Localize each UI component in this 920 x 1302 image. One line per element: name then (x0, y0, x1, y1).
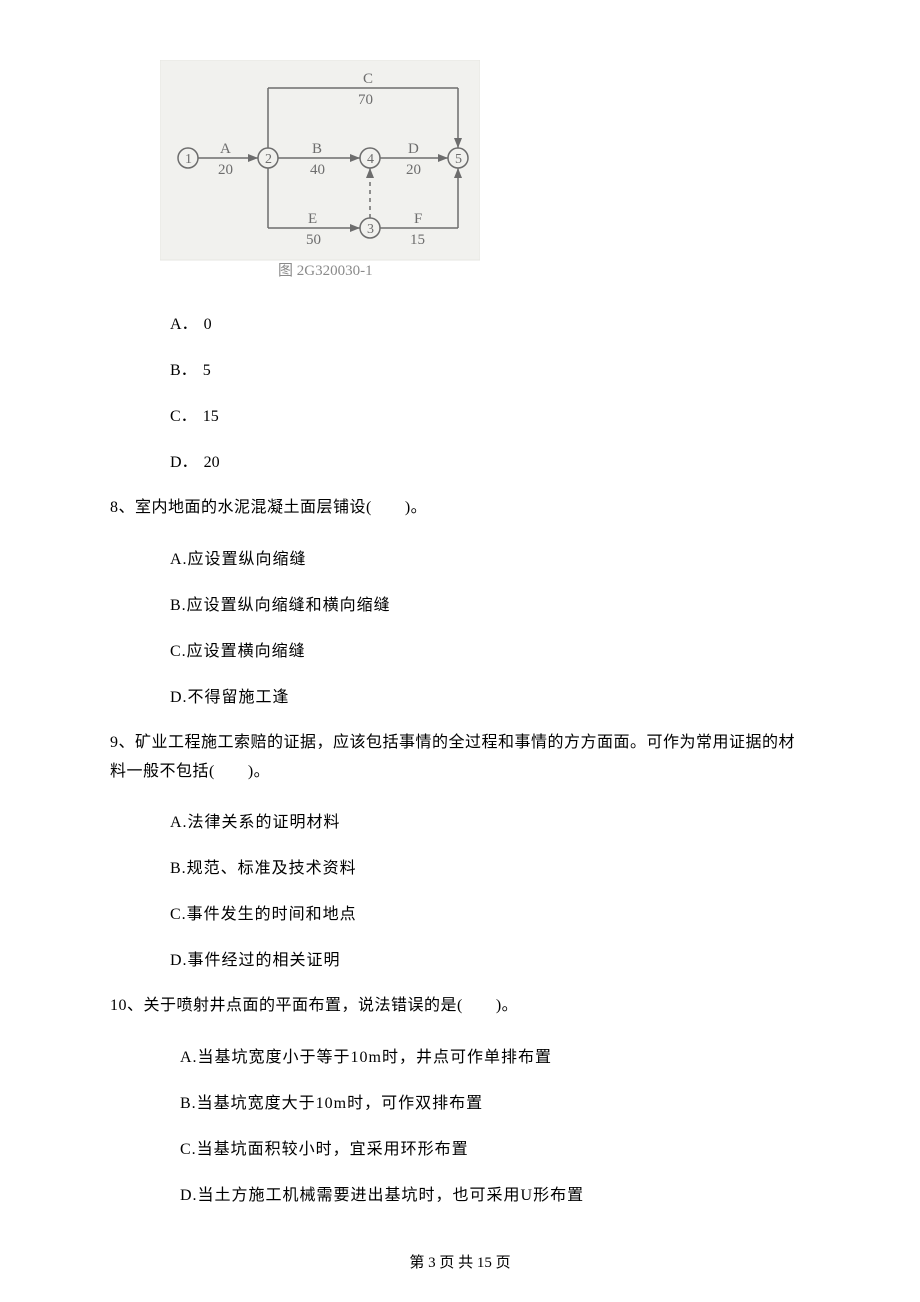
edge-value-e: 50 (306, 232, 321, 248)
option-value: 0 (204, 316, 212, 333)
edge-label-e: E (308, 211, 317, 227)
edge-value-c: 70 (358, 92, 373, 108)
edge-value-d: 20 (406, 162, 421, 178)
option-value: 20 (204, 454, 220, 471)
edge-label-d: D (408, 141, 419, 157)
diagram-caption: 图 2G320030-1 (278, 262, 373, 279)
option-label: C． (170, 408, 197, 425)
option-b: B.规范、标准及技术资料 (170, 854, 810, 878)
q8-options: A.应设置纵向缩缝 B.应设置纵向缩缝和横向缩缝 C.应设置横向缩缝 D.不得留… (110, 545, 810, 707)
option-c: C.应设置横向缩缝 (170, 637, 810, 661)
option-d: D.不得留施工逢 (170, 683, 810, 707)
edge-value-b: 40 (310, 162, 325, 178)
q10-options: A.当基坑宽度小于等于10m时，井点可作单排布置 B.当基坑宽度大于10m时，可… (110, 1043, 810, 1205)
option-d: D.当土方施工机械需要进出基坑时，也可采用U形布置 (180, 1181, 810, 1205)
node-label-2: 2 (265, 152, 272, 167)
edge-value-f: 15 (410, 232, 425, 248)
option-c: C.当基坑面积较小时，宜采用环形布置 (180, 1135, 810, 1159)
option-a: A． 0 (170, 310, 810, 334)
question-10: 10、关于喷射井点面的平面布置，说法错误的是( )。 (110, 992, 810, 1021)
edge-label-b: B (312, 141, 322, 157)
question-8: 8、室内地面的水泥混凝土面层铺设( )。 (110, 494, 810, 523)
document-page: C 70 E 50 F 15 A 20 B (0, 0, 920, 1302)
option-label: D． (170, 454, 198, 471)
network-diagram: C 70 E 50 F 15 A 20 B (160, 60, 480, 280)
edge-value-a: 20 (218, 162, 233, 178)
node-label-4: 4 (367, 152, 374, 167)
option-b: B.应设置纵向缩缝和横向缩缝 (170, 591, 810, 615)
option-b: B.当基坑宽度大于10m时，可作双排布置 (180, 1089, 810, 1113)
node-label-3: 3 (367, 222, 374, 237)
option-a: A.当基坑宽度小于等于10m时，井点可作单排布置 (180, 1043, 810, 1067)
option-b: B． 5 (170, 356, 810, 380)
question-text: 8、室内地面的水泥混凝土面层铺设( )。 (110, 499, 427, 516)
edge-label-c: C (363, 71, 373, 87)
network-diagram-container: C 70 E 50 F 15 A 20 B (160, 60, 810, 280)
q9-options: A.法律关系的证明材料 B.规范、标准及技术资料 C.事件发生的时间和地点 D.… (110, 808, 810, 970)
option-label: B． (170, 362, 197, 379)
question-9: 9、矿业工程施工索赔的证据，应该包括事情的全过程和事情的方方面面。可作为常用证据… (110, 729, 810, 787)
page-footer: 第 3 页 共 15 页 (110, 1251, 810, 1272)
question-text: 9、矿业工程施工索赔的证据，应该包括事情的全过程和事情的方方面面。可作为常用证据… (110, 734, 795, 780)
option-a: A.应设置纵向缩缝 (170, 545, 810, 569)
edge-label-f: F (414, 211, 422, 227)
option-value: 5 (203, 362, 211, 379)
diagram-bg (160, 60, 480, 260)
q7-options: A． 0 B． 5 C． 15 D． 20 (110, 310, 810, 472)
node-label-1: 1 (185, 152, 192, 167)
option-d: D． 20 (170, 448, 810, 472)
option-value: 15 (203, 408, 219, 425)
question-text: 10、关于喷射井点面的平面布置，说法错误的是( )。 (110, 997, 518, 1014)
option-a: A.法律关系的证明材料 (170, 808, 810, 832)
option-c: C． 15 (170, 402, 810, 426)
option-label: A． (170, 316, 198, 333)
option-c: C.事件发生的时间和地点 (170, 900, 810, 924)
option-d: D.事件经过的相关证明 (170, 946, 810, 970)
edge-label-a: A (220, 141, 231, 157)
node-label-5: 5 (455, 152, 462, 167)
